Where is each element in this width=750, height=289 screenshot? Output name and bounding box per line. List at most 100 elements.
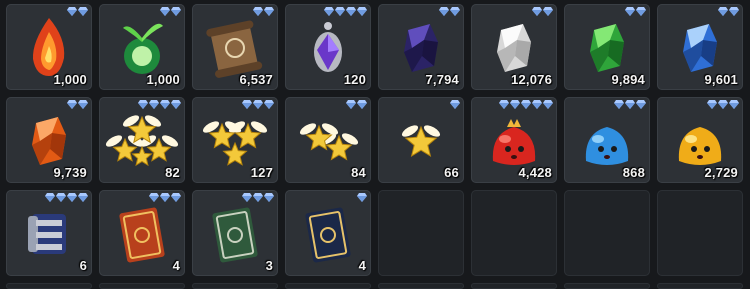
inventory-slot-winged-stars-small[interactable]: 84 bbox=[285, 97, 371, 183]
rarity-gem-icon bbox=[149, 100, 159, 109]
item-quantity: 4 bbox=[172, 258, 180, 273]
rarity-gem-icon bbox=[718, 7, 728, 16]
rarity-gem-icon bbox=[264, 100, 274, 109]
empty-inventory-slot[interactable] bbox=[99, 283, 185, 289]
rarity-gem-icon bbox=[636, 100, 646, 109]
inventory-slot-orange-crystal[interactable]: 9,739 bbox=[6, 97, 92, 183]
inventory-slot-winged-stars-medium[interactable]: 127 bbox=[192, 97, 278, 183]
rarity-gem-icon bbox=[67, 7, 77, 16]
rarity-gem-icon bbox=[253, 100, 263, 109]
empty-inventory-slot[interactable] bbox=[471, 190, 557, 276]
inventory-slot-winged-star[interactable]: 66 bbox=[378, 97, 464, 183]
inventory-grid: 1,000 1,000 6,537 120 7,794 12,076 9,894… bbox=[0, 0, 750, 289]
inventory-slot-white-crystal[interactable]: 12,076 bbox=[471, 4, 557, 90]
inventory-slot-red-slime[interactable]: 4,428 bbox=[471, 97, 557, 183]
rarity-gem-icon bbox=[56, 193, 66, 202]
rarity-gems bbox=[357, 193, 367, 202]
item-quantity: 3 bbox=[265, 258, 273, 273]
item-quantity: 66 bbox=[444, 165, 459, 180]
item-quantity: 9,601 bbox=[704, 72, 738, 87]
rarity-gem-icon bbox=[718, 100, 728, 109]
rarity-gems bbox=[138, 100, 181, 109]
rarity-gem-icon bbox=[149, 193, 159, 202]
rarity-gem-icon bbox=[729, 100, 739, 109]
rarity-gem-icon bbox=[78, 193, 88, 202]
inventory-slot-purple-crystal[interactable]: 7,794 bbox=[378, 4, 464, 90]
item-quantity: 120 bbox=[343, 72, 366, 87]
rarity-gems bbox=[67, 100, 88, 109]
inventory-slot-winged-stars-large[interactable]: 82 bbox=[99, 97, 185, 183]
rarity-gem-icon bbox=[729, 7, 739, 16]
rarity-gem-icon bbox=[625, 100, 635, 109]
rarity-gem-icon bbox=[324, 7, 334, 16]
rarity-gem-icon bbox=[439, 7, 449, 16]
empty-inventory-slot[interactable] bbox=[192, 283, 278, 289]
rarity-gem-icon bbox=[45, 193, 55, 202]
inventory-slot-green-sprout-orb[interactable]: 1,000 bbox=[99, 4, 185, 90]
rarity-gems bbox=[242, 100, 274, 109]
rarity-gem-icon bbox=[625, 7, 635, 16]
rarity-gem-icon bbox=[346, 7, 356, 16]
inventory-slot-green-tome[interactable]: 3 bbox=[192, 190, 278, 276]
empty-inventory-slot[interactable] bbox=[378, 190, 464, 276]
rarity-gem-icon bbox=[242, 100, 252, 109]
empty-inventory-slot[interactable] bbox=[564, 190, 650, 276]
rarity-gems bbox=[450, 100, 460, 109]
rarity-gem-icon bbox=[510, 100, 520, 109]
inventory-slot-gold-slime[interactable]: 2,729 bbox=[657, 97, 743, 183]
rarity-gem-icon bbox=[335, 7, 345, 16]
item-quantity: 868 bbox=[622, 165, 645, 180]
empty-inventory-slot[interactable] bbox=[378, 283, 464, 289]
rarity-gem-icon bbox=[499, 100, 509, 109]
inventory-slot-green-crystal[interactable]: 9,894 bbox=[564, 4, 650, 90]
rarity-gem-icon bbox=[160, 193, 170, 202]
rarity-gems bbox=[614, 100, 646, 109]
rarity-gem-icon bbox=[171, 100, 181, 109]
item-quantity: 6 bbox=[79, 258, 87, 273]
empty-inventory-slot[interactable] bbox=[657, 190, 743, 276]
rarity-gems bbox=[253, 7, 274, 16]
empty-inventory-slot[interactable] bbox=[657, 283, 743, 289]
rarity-gems bbox=[346, 100, 367, 109]
rarity-gem-icon bbox=[171, 193, 181, 202]
rarity-gem-icon bbox=[253, 7, 263, 16]
rarity-gem-icon bbox=[160, 7, 170, 16]
rarity-gem-icon bbox=[543, 100, 553, 109]
inventory-slot-armored-gauntlet[interactable]: 6 bbox=[6, 190, 92, 276]
inventory-slot-purple-pendant[interactable]: 120 bbox=[285, 4, 371, 90]
inventory-slot-fire-crystal[interactable]: 1,000 bbox=[6, 4, 92, 90]
rarity-gems bbox=[45, 193, 88, 202]
rarity-gems bbox=[149, 193, 181, 202]
rarity-gem-icon bbox=[264, 193, 274, 202]
rarity-gem-icon bbox=[171, 7, 181, 16]
empty-inventory-slot[interactable] bbox=[6, 283, 92, 289]
rarity-gem-icon bbox=[357, 7, 367, 16]
rarity-gem-icon bbox=[532, 100, 542, 109]
rarity-gems bbox=[67, 7, 88, 16]
inventory-slot-navy-tome[interactable]: 4 bbox=[285, 190, 371, 276]
rarity-gem-icon bbox=[67, 193, 77, 202]
item-quantity: 84 bbox=[351, 165, 366, 180]
rarity-gem-icon bbox=[138, 100, 148, 109]
rarity-gem-icon bbox=[357, 100, 367, 109]
item-quantity: 2,729 bbox=[704, 165, 738, 180]
empty-inventory-slot[interactable] bbox=[285, 283, 371, 289]
item-quantity: 9,739 bbox=[53, 165, 87, 180]
item-quantity: 6,537 bbox=[239, 72, 273, 87]
rarity-gems bbox=[625, 7, 646, 16]
item-quantity: 4 bbox=[358, 258, 366, 273]
rarity-gem-icon bbox=[160, 100, 170, 109]
item-quantity: 1,000 bbox=[53, 72, 87, 87]
rarity-gem-icon bbox=[78, 100, 88, 109]
inventory-slot-blue-slime[interactable]: 868 bbox=[564, 97, 650, 183]
rarity-gems bbox=[324, 7, 367, 16]
rarity-gem-icon bbox=[636, 7, 646, 16]
empty-inventory-slot[interactable] bbox=[564, 283, 650, 289]
inventory-slot-ancient-scroll[interactable]: 6,537 bbox=[192, 4, 278, 90]
empty-inventory-slot[interactable] bbox=[471, 283, 557, 289]
item-quantity: 1,000 bbox=[146, 72, 180, 87]
inventory-slot-red-tome[interactable]: 4 bbox=[99, 190, 185, 276]
item-quantity: 127 bbox=[250, 165, 273, 180]
inventory-slot-blue-crystal[interactable]: 9,601 bbox=[657, 4, 743, 90]
rarity-gem-icon bbox=[450, 100, 460, 109]
